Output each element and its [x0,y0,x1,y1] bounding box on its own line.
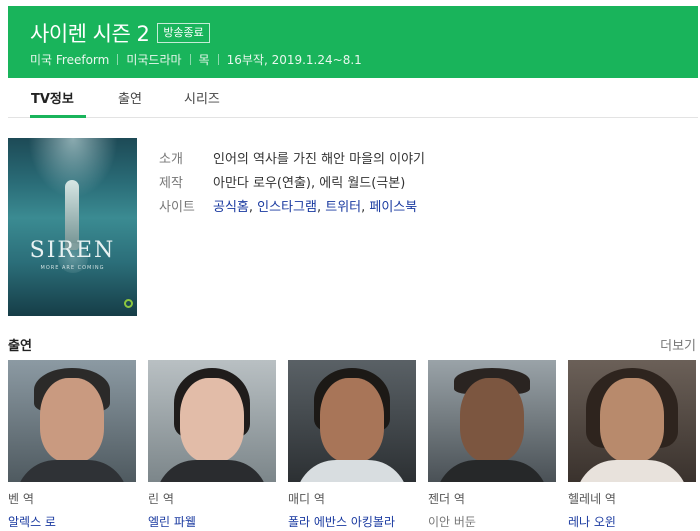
photo-face [460,378,524,462]
poster-logo-icon [124,299,133,308]
meta-divider [189,54,191,65]
site-link-facebook[interactable]: 페이스북 [369,200,417,215]
cast-role: 매디 역 [288,492,325,506]
program-info: 소개 인어의 역사를 가진 해안 마을의 이야기 제작 아만다 로우(연출), … [159,145,425,217]
active-tab-indicator [30,115,86,118]
cast-card: 젠더 역 이안 버둔 [428,360,556,530]
cast-photo[interactable] [288,360,416,482]
program-title[interactable]: 사이렌 시즌 2 [30,18,150,48]
meta-divider [217,54,219,65]
photo-face [320,378,384,462]
cast-role: 벤 역 [8,492,34,506]
production-value: 아만다 로우(연출), 에릭 월드(극본) [213,175,406,191]
cast-card: 매디 역 폴라 에반스 아킹볼라 [288,360,416,530]
cast-photo[interactable] [8,360,136,482]
cast-card: 헬레네 역 레나 오윈 [568,360,696,530]
cast-role: 헬레네 역 [568,492,616,506]
title-row: 사이렌 시즌 2 방송종료 [30,18,210,48]
info-row-production: 제작 아만다 로우(연출), 에릭 월드(극본) [159,169,425,193]
meta-day: 목 [198,53,210,67]
cast-role: 젠더 역 [428,492,465,506]
info-row-intro: 소개 인어의 역사를 가진 해안 마을의 이야기 [159,145,425,169]
intro-label: 소개 [159,151,183,167]
status-badge: 방송종료 [157,23,210,43]
cast-card: 린 역 엘린 파웰 [148,360,276,530]
tab-bar: TV정보 출연 시리즈 [8,78,698,118]
cast-section-title: 출연 [8,339,32,354]
site-label: 사이트 [159,199,195,215]
cast-name[interactable]: 폴라 에반스 아킹볼라 [288,513,416,530]
intro-value: 인어의 역사를 가진 해안 마을의 이야기 [213,151,426,167]
photo-body [16,460,128,482]
meta-divider [117,54,119,65]
program-meta: 미국 Freeform 미국드라마 목 16부작, 2019.1.24~8.1 [30,51,362,68]
cast-photo[interactable] [568,360,696,482]
site-link-instagram[interactable]: 인스타그램 [257,200,317,215]
cast-name[interactable]: 레나 오윈 [568,513,696,530]
photo-body [296,460,408,482]
cast-name[interactable]: 엘린 파웰 [148,513,276,530]
cast-photo[interactable] [428,360,556,482]
site-separator: , [316,199,326,215]
cast-photo[interactable] [148,360,276,482]
tab-cast[interactable]: 출연 [118,88,142,107]
photo-face [180,378,244,462]
cast-role: 린 역 [148,492,174,506]
meta-episodes-dates: 16부작, 2019.1.24~8.1 [226,53,362,67]
production-label: 제작 [159,175,183,191]
info-row-sites: 사이트 공식홈, 인스타그램, 트위터, 페이스북 [159,193,425,217]
photo-body [576,460,688,482]
photo-body [436,460,548,482]
photo-face [600,378,664,462]
program-header: 사이렌 시즌 2 방송종료 미국 Freeform 미국드라마 목 16부작, … [8,6,698,78]
site-separator: , [248,199,258,215]
cast-name[interactable]: 알렉스 로 [8,513,136,530]
photo-body [156,460,268,482]
poster-tagline: MORE ARE COMING [40,265,105,271]
site-link-twitter[interactable]: 트위터 [325,200,361,215]
tab-tv-info[interactable]: TV정보 [31,88,74,107]
meta-channel: 미국 Freeform [30,53,110,67]
poster-image[interactable]: SIREN MORE ARE COMING [8,138,137,316]
site-link-official[interactable]: 공식홈 [213,200,249,215]
cast-more-link[interactable]: 더보기 [660,335,696,354]
site-links: 공식홈, 인스타그램, 트위터, 페이스북 [213,196,417,215]
poster-title: SIREN [29,238,116,263]
cast-name: 이안 버둔 [428,515,476,529]
photo-face [40,378,104,462]
meta-genre: 미국드라마 [126,53,182,67]
cast-card: 벤 역 알렉스 로 [8,360,136,530]
tab-series[interactable]: 시리즈 [184,88,220,107]
